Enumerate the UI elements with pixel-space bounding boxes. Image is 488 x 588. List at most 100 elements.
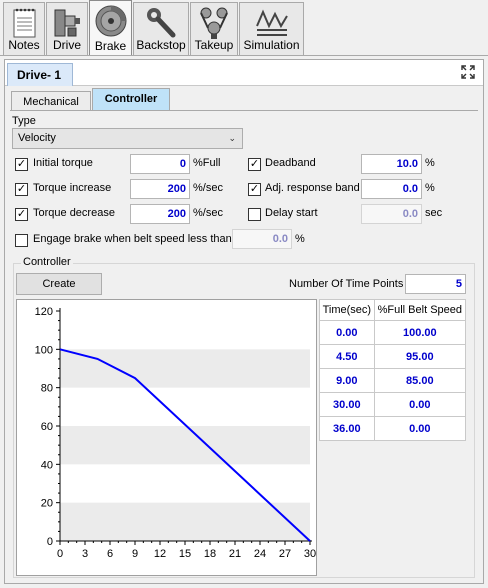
adj-response-band-label: Adj. response band <box>265 182 360 194</box>
torque-decrease-label: Torque decrease <box>33 207 115 219</box>
table-row[interactable]: 4.50 95.00 <box>319 344 467 369</box>
y-tick-label: 80 <box>41 383 53 395</box>
delay-start-label: Delay start <box>265 207 318 219</box>
brake-disc-icon <box>95 5 126 37</box>
time-points-table: Time(sec) %Full Belt Speed 0.00 100.00 4.… <box>319 299 467 441</box>
x-tick-label: 27 <box>279 548 291 560</box>
table-header-row: Time(sec) %Full Belt Speed <box>319 299 467 321</box>
type-select[interactable]: Velocity ⌄ <box>12 128 243 149</box>
num-time-points-label: Number Of Time Points <box>289 278 404 290</box>
delay-start-input[interactable]: 0.0 <box>361 204 422 224</box>
column-header-time: Time(sec) <box>319 299 375 321</box>
tab-controller[interactable]: Controller <box>92 88 170 111</box>
takeup-pulley-icon <box>200 7 228 39</box>
cell-time[interactable]: 0.00 <box>319 320 375 345</box>
toolbar-divider <box>0 55 488 56</box>
tab-backstop-label: Backstop <box>136 38 186 52</box>
engage-brake-unit: % <box>295 233 305 245</box>
window-header: Drive- 1 <box>5 60 483 86</box>
tab-drive[interactable]: Drive <box>46 2 88 55</box>
tab-takeup[interactable]: Takeup <box>190 2 238 55</box>
y-tick-label: 20 <box>41 498 53 510</box>
deadband-unit: % <box>425 157 435 169</box>
cell-time[interactable]: 30.00 <box>319 392 375 417</box>
cell-speed[interactable]: 95.00 <box>373 344 467 369</box>
grid-band <box>60 349 310 388</box>
y-tick-label: 0 <box>47 536 53 548</box>
y-tick-label: 100 <box>35 344 53 356</box>
notepad-icon <box>13 8 36 38</box>
cell-time[interactable]: 9.00 <box>319 368 375 393</box>
tab-simulation[interactable]: Simulation <box>239 2 304 55</box>
initial-torque-checkbox[interactable]: ✓ <box>15 158 28 171</box>
cell-speed[interactable]: 0.00 <box>373 392 467 417</box>
table-row[interactable]: 9.00 85.00 <box>319 368 467 393</box>
create-button[interactable]: Create <box>16 273 102 295</box>
engage-brake-checkbox[interactable] <box>15 234 28 247</box>
table-row[interactable]: 30.00 0.00 <box>319 392 467 417</box>
torque-increase-label: Torque increase <box>33 182 112 194</box>
speed-profile-chart: 0 20 40 60 80 100 120 0 3 6 9 12 15 18 21 24 27 30 <box>35 306 316 560</box>
engage-brake-input[interactable]: 0.0 <box>232 229 292 249</box>
column-header-speed: %Full Belt Speed <box>373 299 467 321</box>
tab-brake[interactable]: Brake <box>89 0 132 56</box>
tab-drive-label: Drive <box>52 38 81 52</box>
y-tick-label: 60 <box>41 421 53 433</box>
deadband-checkbox[interactable]: ✓ <box>248 158 261 171</box>
initial-torque-label: Initial torque <box>33 157 93 169</box>
expand-icon[interactable] <box>461 65 475 79</box>
x-tick-label: 0 <box>57 548 63 560</box>
tab-mechanical[interactable]: Mechanical <box>11 91 91 111</box>
initial-torque-unit: %Full <box>193 157 221 169</box>
simulation-icon <box>255 9 288 36</box>
initial-torque-input[interactable]: 0 <box>130 154 190 174</box>
drive-tab[interactable]: Drive- 1 <box>7 63 73 86</box>
delay-start-unit: sec <box>425 207 443 219</box>
subtab-divider <box>10 110 478 111</box>
y-tick-label: 120 <box>35 306 53 318</box>
engage-brake-label: Engage brake when belt speed less than <box>33 233 232 245</box>
x-tick-label: 24 <box>254 548 266 560</box>
cell-time[interactable]: 36.00 <box>319 416 375 441</box>
deadband-label: Deadband <box>265 157 316 169</box>
subtabs: Mechanical Controller <box>10 87 480 111</box>
drive-window: Drive- 1 Mechanical Controller Type Velo… <box>4 59 484 584</box>
tab-notes-label: Notes <box>8 38 40 52</box>
grid-band <box>60 426 310 465</box>
x-tick-label: 6 <box>107 548 113 560</box>
num-time-points-input[interactable]: 5 <box>405 274 466 294</box>
type-label: Type <box>12 115 36 127</box>
tab-backstop[interactable]: Backstop <box>133 2 189 55</box>
cell-time[interactable]: 4.50 <box>319 344 375 369</box>
x-tick-label: 12 <box>154 548 166 560</box>
chart-panel: 0 20 40 60 80 100 120 0 3 6 9 12 15 18 21 24 27 30 <box>16 299 317 576</box>
x-tick-label: 15 <box>179 548 191 560</box>
x-tick-label: 21 <box>229 548 241 560</box>
table-row[interactable]: 0.00 100.00 <box>319 320 467 345</box>
tab-simulation-label: Simulation <box>243 38 300 52</box>
torque-decrease-checkbox[interactable]: ✓ <box>15 208 28 221</box>
adj-response-band-input[interactable]: 0.0 <box>361 179 422 199</box>
torque-increase-input[interactable]: 200 <box>130 179 190 199</box>
y-tick-label: 40 <box>41 459 53 471</box>
torque-decrease-input[interactable]: 200 <box>130 204 190 224</box>
torque-increase-checkbox[interactable]: ✓ <box>15 183 28 196</box>
tab-brake-label: Brake <box>94 39 127 53</box>
table-row[interactable]: 36.00 0.00 <box>319 416 467 441</box>
x-tick-label: 30 <box>304 548 316 560</box>
cell-speed[interactable]: 0.00 <box>373 416 467 441</box>
tab-notes[interactable]: Notes <box>3 2 45 55</box>
toolbar: Notes Drive Brake Backstop Takeup Simula… <box>0 0 488 56</box>
tab-takeup-label: Takeup <box>194 38 234 52</box>
adj-response-band-unit: % <box>425 182 435 194</box>
deadband-input[interactable]: 10.0 <box>361 154 422 174</box>
grid-band <box>60 502 310 541</box>
adj-response-band-checkbox[interactable]: ✓ <box>248 183 261 196</box>
torque-decrease-unit: %/sec <box>193 207 223 219</box>
torque-increase-unit: %/sec <box>193 182 223 194</box>
wrench-icon <box>147 8 176 38</box>
drive-motor-icon <box>54 9 80 37</box>
cell-speed[interactable]: 85.00 <box>373 368 467 393</box>
delay-start-checkbox[interactable] <box>248 208 261 221</box>
cell-speed[interactable]: 100.00 <box>373 320 467 345</box>
